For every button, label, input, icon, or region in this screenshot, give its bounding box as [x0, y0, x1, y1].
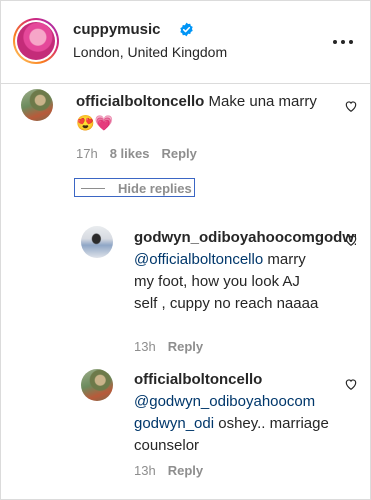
- more-options-icon[interactable]: [331, 35, 355, 49]
- like-heart-icon[interactable]: [344, 233, 358, 247]
- reply-body: @godwyn_odiboyahoocom godwyn_odi oshey..…: [134, 391, 334, 457]
- reply-body: @officialboltoncello marry my foot, how …: [134, 249, 324, 315]
- hide-replies-button[interactable]: Hide replies: [74, 178, 195, 197]
- replier-avatar[interactable]: [81, 226, 113, 258]
- comment-timestamp[interactable]: 17h: [76, 146, 98, 161]
- comments-panel: cuppymusic London, United Kingdom offici…: [0, 0, 371, 500]
- comment-meta: 17h 8 likes Reply: [76, 146, 209, 161]
- like-heart-icon[interactable]: [344, 377, 358, 391]
- post-location[interactable]: London, United Kingdom: [73, 44, 227, 60]
- reply-timestamp[interactable]: 13h: [134, 339, 156, 354]
- replier-avatar[interactable]: [81, 369, 113, 401]
- like-heart-icon[interactable]: [344, 99, 358, 113]
- reply-meta: 13h Reply: [134, 339, 215, 354]
- reply-button[interactable]: Reply: [161, 146, 196, 161]
- post-header: cuppymusic London, United Kingdom: [1, 1, 370, 84]
- reply-username[interactable]: officialboltoncello: [134, 371, 262, 388]
- reply-mention-link[interactable]: @officialboltoncello: [134, 251, 263, 268]
- reply-meta: 13h Reply: [134, 463, 215, 478]
- comment-body: officialboltoncello Make una marry 😍💗: [76, 91, 336, 135]
- replies-divider-line: [81, 188, 105, 189]
- reply-timestamp[interactable]: 13h: [134, 463, 156, 478]
- author-avatar[interactable]: [13, 18, 59, 64]
- reply-username[interactable]: godwyn_odiboyahoocomgodwyn: [134, 229, 356, 246]
- comment-username[interactable]: officialboltoncello: [76, 93, 204, 110]
- commenter-avatar[interactable]: [21, 89, 53, 121]
- author-username[interactable]: cuppymusic: [73, 21, 161, 38]
- reply-username-line: godwyn_odiboyahoocomgodwyn: [134, 227, 356, 249]
- hide-replies-label: Hide replies: [118, 181, 192, 196]
- verified-badge-icon: [180, 22, 193, 37]
- comment-likes[interactable]: 8 likes: [110, 146, 150, 161]
- reply-username-line: officialboltoncello: [134, 369, 334, 391]
- reply-button[interactable]: Reply: [168, 463, 203, 478]
- reply-button[interactable]: Reply: [168, 339, 203, 354]
